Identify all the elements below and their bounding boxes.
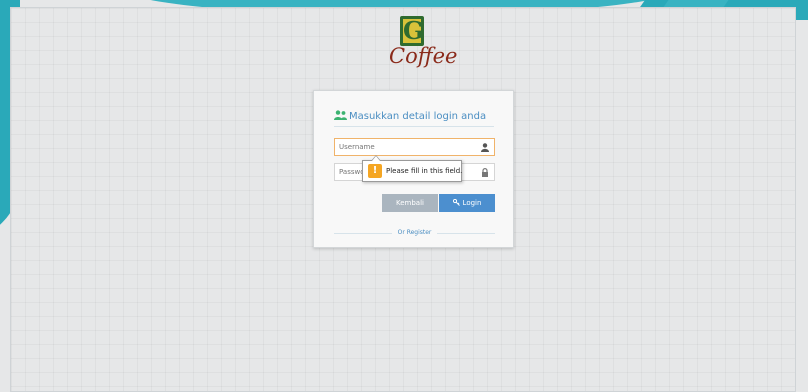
logo-letter: G [403, 16, 424, 45]
logo-text: Coffee [389, 44, 458, 68]
back-button[interactable]: Kembali [382, 194, 438, 212]
user-icon [481, 143, 489, 152]
username-input[interactable] [334, 138, 495, 156]
login-header-text: Masukkan detail login anda [349, 111, 487, 122]
validation-tooltip: ! Please fill in this field. [362, 155, 463, 182]
register-divider: Or Register [334, 228, 495, 238]
register-link[interactable]: Or Register [398, 229, 432, 236]
login-button[interactable]: Login [439, 194, 495, 212]
lock-icon [482, 168, 488, 177]
validation-message: Please fill in this field. [386, 167, 463, 175]
key-icon [452, 199, 460, 206]
warning-icon: ! [368, 164, 382, 178]
brand-logo: G Coffee [389, 16, 458, 78]
login-button-label: Login [462, 199, 482, 207]
users-icon [334, 110, 347, 120]
login-header: Masukkan detail login anda [334, 110, 494, 127]
